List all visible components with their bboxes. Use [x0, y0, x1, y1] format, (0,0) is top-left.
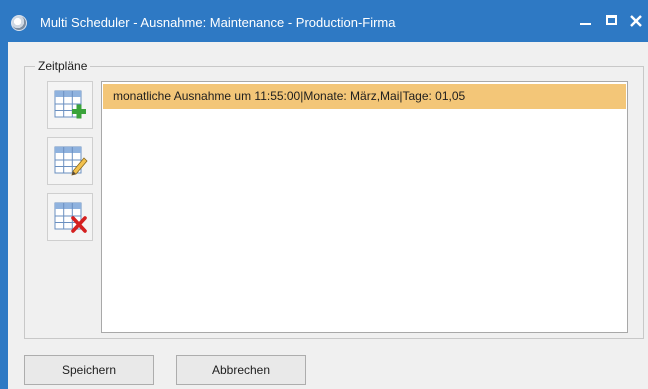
grid-add-icon [54, 90, 86, 119]
maximize-icon [606, 15, 617, 25]
window-title: Multi Scheduler - Ausnahme: Maintenance … [40, 15, 396, 30]
scheduler-window: Multi Scheduler - Ausnahme: Maintenance … [0, 0, 648, 389]
cancel-button[interactable]: Abbrechen [176, 355, 306, 385]
close-button[interactable] [626, 10, 646, 32]
edit-schedule-button[interactable] [47, 137, 93, 185]
maximize-button[interactable] [601, 10, 621, 32]
grid-delete-icon [54, 202, 87, 233]
schedules-group-label: Zeitpläne [35, 59, 91, 73]
close-icon [630, 15, 642, 27]
delete-schedule-button[interactable] [47, 193, 93, 241]
dialog-body: Zeitpläne monatliche Ausnahme um 11:55:0… [8, 42, 648, 389]
title-bar[interactable]: Multi Scheduler - Ausnahme: Maintenance … [0, 0, 648, 42]
grid-edit-icon [54, 146, 88, 176]
add-schedule-button[interactable] [47, 81, 93, 129]
schedules-groupbox: Zeitpläne monatliche Ausnahme um 11:55:0… [24, 59, 644, 339]
list-item[interactable]: monatliche Ausnahme um 11:55:00|Monate: … [103, 84, 626, 109]
minimize-icon [580, 23, 591, 25]
schedules-list[interactable]: monatliche Ausnahme um 11:55:00|Monate: … [101, 81, 628, 333]
app-icon[interactable] [11, 15, 27, 31]
save-button[interactable]: Speichern [24, 355, 154, 385]
minimize-button[interactable] [575, 10, 595, 32]
